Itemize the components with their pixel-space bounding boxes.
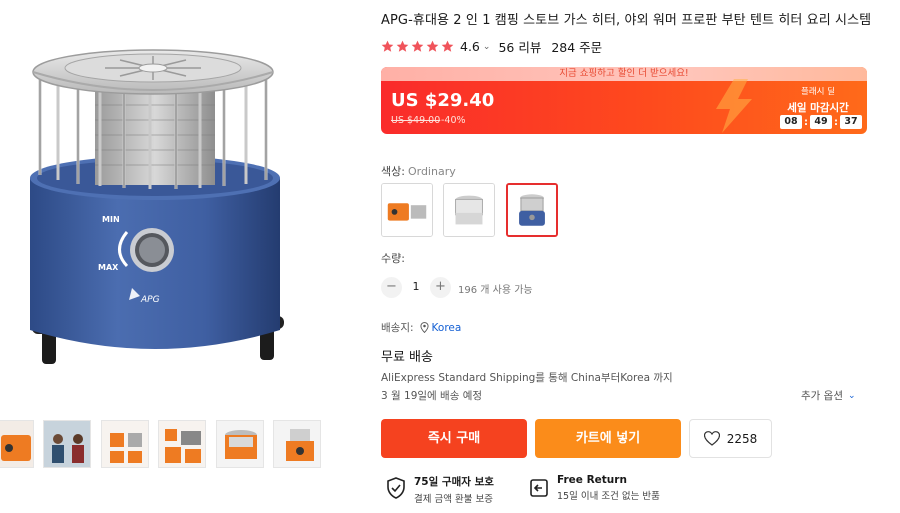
star-rating bbox=[381, 40, 454, 53]
free-return-title: Free Return bbox=[557, 474, 627, 486]
price-card: 지금 쇼핑하고 할인 더 받으세요! US $29.40 US $49.00 -… bbox=[381, 67, 867, 134]
thumbnail-3[interactable] bbox=[101, 420, 149, 468]
free-shipping-label: 무료 배송 bbox=[381, 350, 433, 365]
color-label-text: 색상: bbox=[381, 165, 405, 178]
thumbnail-1[interactable] bbox=[0, 420, 34, 468]
review-count[interactable]: 56 리뷰 bbox=[498, 37, 541, 56]
thumbnail-5[interactable] bbox=[216, 420, 264, 468]
wishlist-button[interactable]: 2258 bbox=[689, 419, 772, 458]
delivery-date: 3 월 19일에 배송 예정 bbox=[381, 390, 483, 402]
min-label: MIN bbox=[102, 215, 120, 224]
brand-logo: APG bbox=[140, 295, 160, 305]
location-pin-icon bbox=[419, 322, 429, 333]
free-return-subtitle: 15일 이내 조건 없는 반품 bbox=[557, 491, 660, 502]
lightning-bolt-icon bbox=[716, 79, 752, 133]
ship-to: 배송지: Korea bbox=[381, 320, 461, 335]
shipping-method: AliExpress Standard Shipping를 통해 China부터… bbox=[381, 372, 673, 384]
color-option-silver[interactable] bbox=[443, 183, 495, 237]
color-option-orange[interactable] bbox=[381, 183, 433, 237]
countdown-timer: 08 : 49 : 37 bbox=[780, 115, 862, 129]
timer-seconds: 37 bbox=[840, 115, 862, 129]
heart-icon bbox=[703, 431, 720, 446]
flash-deal-label: 플래시 딜 bbox=[801, 87, 835, 97]
star-icon bbox=[441, 40, 454, 52]
color-selected-value: Ordinary bbox=[407, 165, 456, 178]
return-icon bbox=[530, 479, 548, 497]
more-options-text[interactable]: 추가 옵션 bbox=[801, 388, 843, 403]
quantity-input[interactable]: 1 bbox=[410, 280, 422, 293]
promo-banner[interactable]: 지금 쇼핑하고 할인 더 받으세요! bbox=[381, 67, 867, 81]
ship-to-label: 배송지: bbox=[381, 322, 414, 334]
buyer-protection-title: 75일 구매자 보호 bbox=[414, 476, 494, 488]
buyer-protection[interactable]: 75일 구매자 보호 결제 금액 환불 보증 bbox=[386, 474, 494, 505]
current-price: US $29.40 bbox=[391, 90, 495, 111]
product-title: APG-휴대용 2 인 1 캠핑 스토브 가스 히터, 야외 워머 프로판 부탄… bbox=[381, 13, 872, 28]
star-icon bbox=[396, 40, 409, 52]
thumbnail-6[interactable] bbox=[273, 420, 321, 468]
max-label: MAX bbox=[98, 263, 119, 272]
add-to-cart-button[interactable]: 카트에 넣기 bbox=[535, 419, 681, 458]
color-label: 색상: Ordinary bbox=[381, 163, 456, 179]
chevron-down-icon[interactable]: ⌄ bbox=[848, 391, 856, 401]
quantity-increase-button[interactable]: + bbox=[430, 277, 451, 298]
color-option-blue[interactable] bbox=[506, 183, 558, 237]
main-product-image[interactable]: MIN MAX APG bbox=[0, 0, 340, 410]
quantity-available: 196 개 사용 가능 bbox=[458, 285, 533, 296]
thumbnail-2[interactable] bbox=[43, 420, 91, 468]
rating-value[interactable]: 4.6 bbox=[460, 39, 480, 54]
star-icon bbox=[411, 40, 424, 52]
buy-now-button[interactable]: 즉시 구매 bbox=[381, 419, 527, 458]
discount-badge: -40% bbox=[441, 115, 466, 126]
flash-deal-title: 세일 마감시간 bbox=[787, 102, 849, 114]
thumbnail-4[interactable] bbox=[158, 420, 206, 468]
order-count: 284 주문 bbox=[551, 40, 603, 55]
heater-photo: MIN MAX APG bbox=[30, 49, 284, 364]
original-price: US $49.00 bbox=[391, 115, 441, 126]
star-icon bbox=[381, 40, 394, 52]
timer-hours: 08 bbox=[780, 115, 802, 129]
timer-minutes: 49 bbox=[810, 115, 832, 129]
quantity-decrease-button[interactable]: − bbox=[381, 277, 402, 298]
chevron-down-icon[interactable]: ⌄ bbox=[483, 42, 491, 52]
star-icon bbox=[426, 40, 439, 52]
rating-row: 4.6 ⌄ 56 리뷰 284 주문 bbox=[381, 37, 602, 56]
shield-check-icon bbox=[387, 477, 405, 499]
more-options-link[interactable]: 추가 옵션 ⌄ bbox=[801, 388, 856, 403]
quantity-label: 수량: bbox=[381, 252, 405, 265]
buyer-protection-subtitle: 결제 금액 환불 보증 bbox=[414, 494, 493, 505]
wishlist-count: 2258 bbox=[726, 431, 758, 446]
free-return[interactable]: Free Return 15일 이내 조건 없는 반품 bbox=[529, 474, 660, 502]
ship-to-country[interactable]: Korea bbox=[432, 322, 462, 334]
